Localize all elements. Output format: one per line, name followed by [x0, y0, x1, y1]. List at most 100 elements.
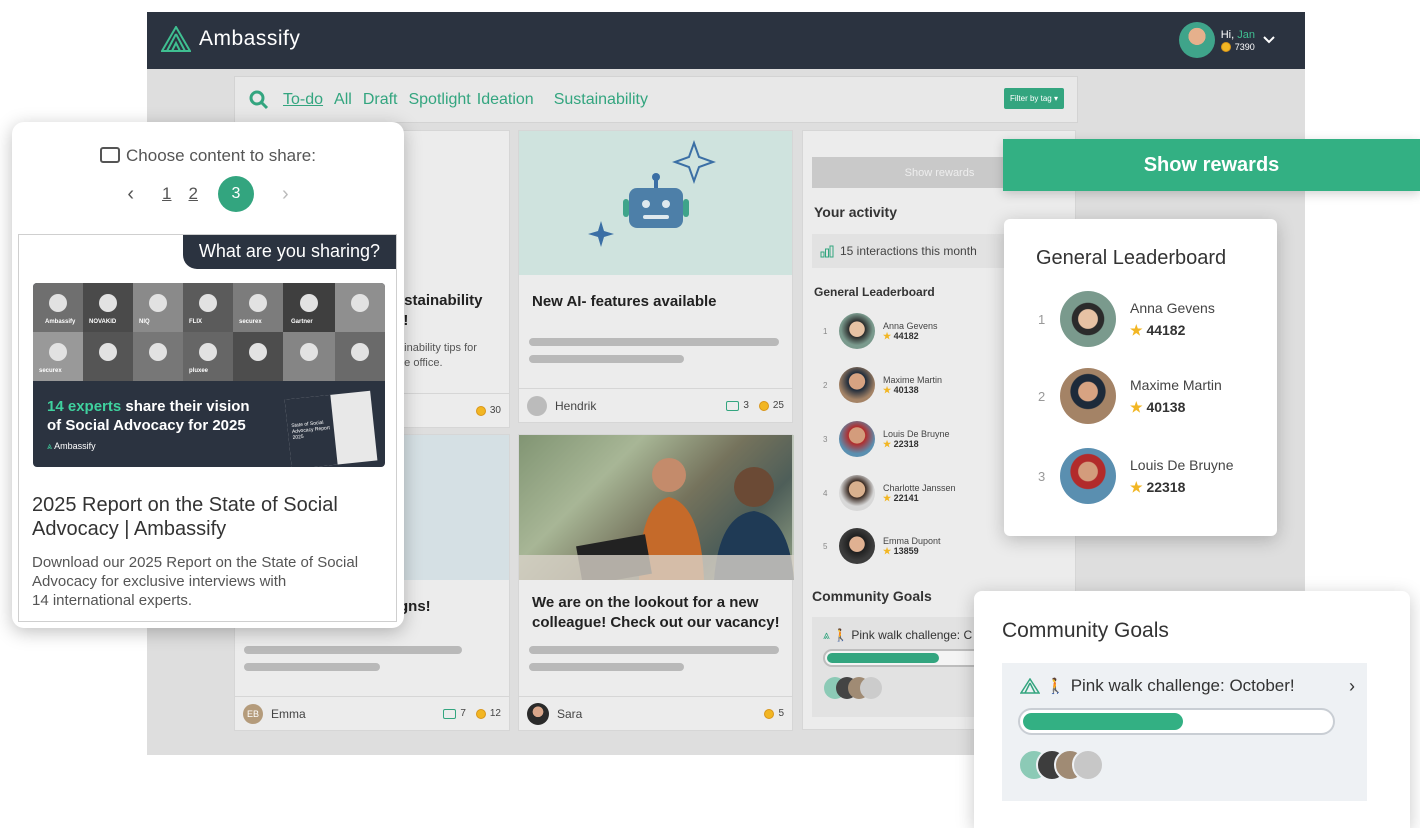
share-heading: Choose content to share: [12, 146, 404, 166]
coin-icon [475, 708, 486, 719]
post-footer: Hendrik 3 25 [519, 388, 792, 422]
placeholder-line [529, 663, 684, 671]
what-are-you-sharing-label: What are you sharing? [182, 235, 396, 269]
author-avatar: EB [243, 703, 263, 724]
prev-page-icon[interactable]: ‹ [127, 183, 134, 206]
coin-icon [475, 405, 486, 416]
report-cover: State of Social Advocacy Report 2025 [284, 390, 378, 467]
leaderboard-row: 3 Louis De Bruyne ★ 22318 [823, 421, 950, 457]
author-name: Emma [271, 706, 306, 721]
avatar [839, 313, 875, 349]
robot-icon [588, 140, 716, 247]
community-goals-heading: Community Goals [812, 588, 932, 604]
tab-ideation[interactable]: Ideation [477, 91, 534, 109]
post-footer: Sara 5 [519, 696, 792, 730]
author-name: Hendrik [555, 398, 597, 413]
tab-draft[interactable]: Draft [363, 91, 398, 109]
show-rewards-button[interactable]: Show rewards [1003, 139, 1420, 191]
preview-description: Download our 2025 Report on the State of… [32, 554, 359, 609]
share-content-panel: Choose content to share: ‹ 1 2 3 › What … [12, 122, 404, 628]
walking-person-icon: 🚶 [1046, 678, 1065, 695]
avatar [839, 475, 875, 511]
page-current[interactable]: 3 [217, 176, 254, 212]
comment-icon [726, 400, 740, 411]
avatar [1060, 448, 1116, 504]
meeting-photo [519, 435, 794, 586]
avatar [839, 367, 875, 403]
page-2[interactable]: 2 [189, 184, 198, 204]
post-card-vacancy[interactable]: We are on the lookout for a new colleagu… [518, 434, 794, 731]
pagination: ‹ 1 2 3 › [12, 176, 404, 212]
post-title: ustainabilityk! [395, 292, 483, 329]
goal-icon: ⩓ [823, 628, 830, 642]
coin-icon [758, 400, 769, 411]
your-activity-heading: Your activity [814, 204, 897, 220]
community-goals-title: Community Goals [1002, 619, 1169, 642]
content-share-icon [100, 147, 121, 163]
leaderboard-panel: General Leaderboard 1 Anna Gevens ★ 44182… [1004, 219, 1277, 536]
filter-by-tag-button[interactable]: Filter by tag ▾ [1003, 88, 1064, 109]
star-icon: ★ [883, 492, 892, 503]
goal-card[interactable]: 🚶 Pink walk challenge: October! › [1002, 663, 1367, 801]
content-preview[interactable]: What are you sharing? Ambassify NOVAKID … [18, 234, 397, 622]
author-name: Sara [557, 706, 583, 721]
experts-photo-grid [33, 283, 385, 381]
avatar [1072, 749, 1104, 781]
preview-title: 2025 Report on the State of Social Advoc… [32, 494, 338, 540]
ambassify-logo-icon [1020, 678, 1040, 694]
next-page-icon[interactable]: › [282, 183, 289, 206]
user-menu[interactable]: Hi, Jan 7390 [1178, 22, 1277, 58]
placeholder-line [244, 646, 462, 654]
star-icon: ★ [1130, 398, 1143, 415]
star-icon: ★ [883, 330, 892, 341]
page-1[interactable]: 1 [162, 184, 171, 204]
comment-icon [443, 708, 457, 719]
banner-brand: ⩓ Ambassify [47, 441, 96, 451]
post-title: New AI- features available [532, 293, 717, 310]
community-goals-panel: Community Goals 🚶 Pink walk challenge: O… [974, 591, 1410, 828]
user-avatar [1178, 22, 1215, 58]
post-card-ai-features[interactable]: New AI- features available Hendrik 3 25 [518, 130, 793, 423]
coin-icon [764, 708, 775, 719]
placeholder-line [244, 663, 380, 671]
star-icon: ★ [883, 384, 892, 395]
tab-sustainability[interactable]: Sustainability [554, 91, 648, 109]
coin-icon [1220, 42, 1231, 52]
leaderboard-title: General Leaderboard [1036, 247, 1227, 269]
author-avatar [527, 395, 547, 416]
placeholder-line [529, 338, 779, 346]
goal-name: 🚶 Pink walk challenge: October! [1020, 676, 1295, 696]
brand[interactable]: Ambassify [161, 26, 300, 52]
leaderboard-heading: General Leaderboard [814, 285, 935, 299]
star-icon: ★ [1130, 478, 1143, 495]
banner-headline: 14 experts share their vision of Social A… [47, 398, 250, 434]
placeholder-line [529, 646, 779, 654]
post-description: tainability tips for the office. [395, 342, 477, 369]
top-bar: Ambassify Hi, Jan 7390 [147, 12, 1305, 69]
chevron-down-icon[interactable] [1261, 34, 1277, 46]
ambassify-logo-icon [161, 26, 191, 52]
tab-spotlight[interactable]: Spotlight [408, 91, 470, 109]
post-title: We are on the lookout for a new colleagu… [532, 594, 780, 631]
post-hero-image [519, 131, 792, 275]
leaderboard-row: 2 Maxime Martin ★ 40138 [823, 367, 942, 403]
author-avatar [527, 702, 549, 725]
leaderboard-row: 4 Charlotte Janssen ★ 22141 [823, 475, 956, 511]
star-icon: ★ [883, 438, 892, 449]
star-icon: ★ [883, 545, 892, 556]
tab-all[interactable]: All [334, 91, 352, 109]
search-icon[interactable] [249, 90, 269, 110]
post-footer: EB Emma 7 12 [235, 696, 509, 730]
placeholder-line [529, 355, 684, 363]
avatar [839, 528, 875, 564]
report-banner-image: Ambassify NOVAKID NIQ FLIX securex Gartn… [33, 283, 385, 467]
chevron-right-icon[interactable]: › [1349, 676, 1355, 697]
participant-avatars [824, 677, 882, 699]
leaderboard-row: 3 Louis De Bruyne ★ 22318 [1038, 448, 1234, 504]
tab-to-do[interactable]: To-do [283, 91, 323, 109]
star-icon: ★ [1130, 321, 1143, 338]
participant-avatars [1018, 749, 1104, 781]
user-points: 7390 [1220, 42, 1255, 52]
user-greeting: Hi, Jan [1220, 29, 1255, 41]
avatar [839, 421, 875, 457]
